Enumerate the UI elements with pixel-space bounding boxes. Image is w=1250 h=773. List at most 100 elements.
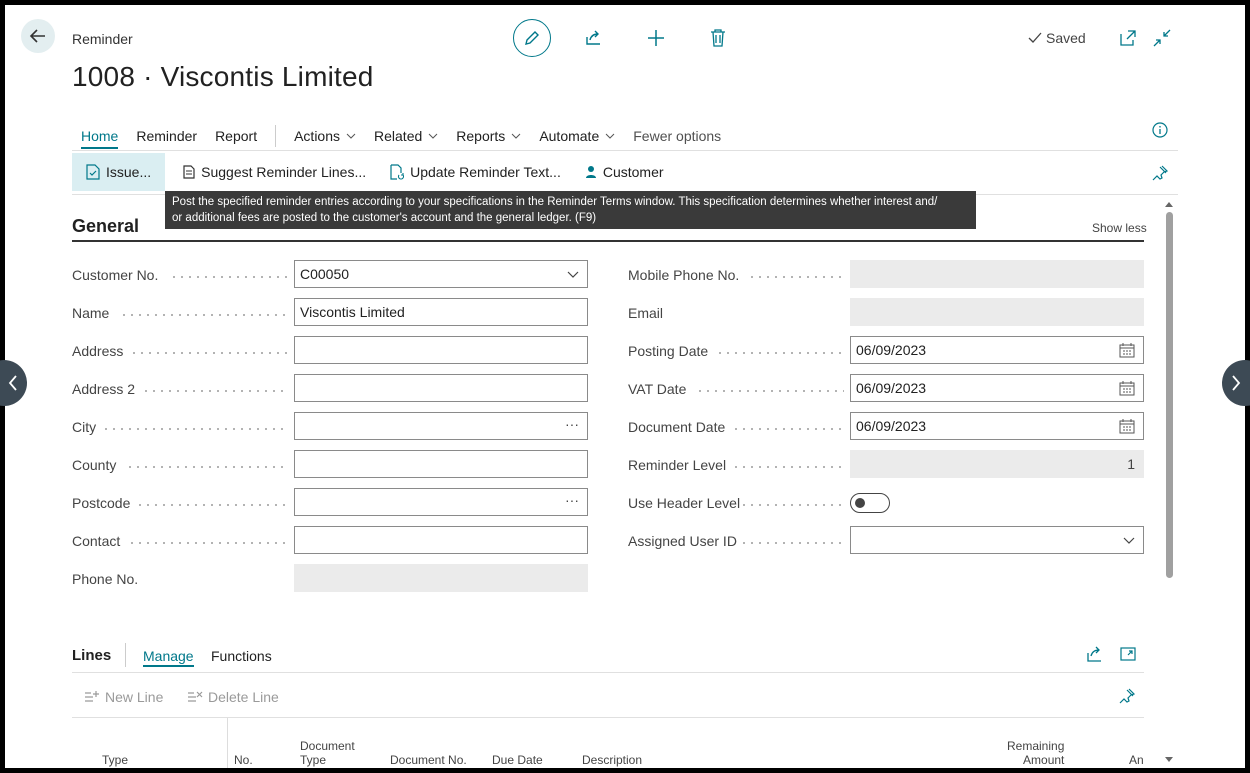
column-divider — [227, 718, 228, 768]
menu-actions[interactable]: Actions — [294, 123, 356, 149]
general-section-title[interactable]: General — [72, 216, 139, 237]
city-field[interactable]: ··· — [294, 412, 588, 440]
menu-automate-label: Automate — [539, 128, 600, 144]
column-header-type[interactable]: Type — [102, 753, 128, 767]
column-header-remaining-amount[interactable]: Remaining Amount — [1007, 739, 1064, 767]
assigned-user-id-label: Assigned User ID — [628, 533, 737, 549]
lookup-ellipsis-icon[interactable]: ··· — [565, 416, 579, 432]
leader-dots — [740, 542, 844, 544]
county-field[interactable] — [294, 450, 588, 478]
top-actions — [513, 19, 761, 57]
issue-tooltip: Post the specified reminder entries acco… — [165, 191, 976, 229]
column-header-document-no[interactable]: Document No. — [390, 753, 467, 767]
collapse-icon — [1153, 29, 1171, 47]
contact-label: Contact — [72, 533, 121, 549]
chevron-down-icon[interactable] — [1123, 537, 1135, 545]
use-header-level-toggle[interactable] — [850, 493, 890, 513]
scroll-down-icon[interactable] — [1165, 757, 1173, 763]
assigned-user-id-field[interactable] — [850, 526, 1144, 554]
leader-dots — [732, 428, 844, 430]
chevron-right-icon — [1232, 375, 1241, 391]
show-less-link[interactable]: Show less — [1092, 221, 1147, 235]
saved-status: Saved — [1028, 30, 1086, 46]
open-new-window-button[interactable] — [1119, 29, 1137, 47]
open-new-window-icon — [1120, 30, 1136, 46]
vat-date-field[interactable]: 06/09/2023 — [850, 374, 1144, 402]
menu-reports-label: Reports — [456, 128, 506, 144]
leader-dots — [126, 466, 288, 468]
share-button[interactable] — [575, 19, 613, 57]
city-label: City — [72, 419, 97, 435]
tab-report[interactable]: Report — [215, 123, 257, 149]
pencil-icon — [525, 31, 539, 45]
info-button[interactable] — [1152, 122, 1168, 141]
column-header-no[interactable]: No. — [234, 753, 253, 767]
back-button[interactable] — [21, 19, 55, 53]
leader-dots — [128, 542, 288, 544]
scrollbar-thumb[interactable] — [1166, 212, 1173, 578]
delete-line-button[interactable]: Delete Line — [187, 689, 279, 705]
email-label: Email — [628, 305, 664, 321]
use-header-level-label: Use Header Level — [628, 495, 741, 511]
menu-actions-label: Actions — [294, 128, 341, 144]
postcode-field[interactable]: ··· — [294, 488, 588, 516]
update-reminder-text-button[interactable]: Update Reminder Text... — [378, 153, 573, 191]
delete-line-icon — [188, 691, 203, 702]
lines-expand-button[interactable] — [1120, 646, 1136, 665]
contact-field[interactable] — [294, 526, 588, 554]
name-field[interactable]: Viscontis Limited — [294, 298, 588, 326]
page-caption: Reminder — [72, 31, 133, 47]
tab-home[interactable]: Home — [81, 123, 119, 149]
document-date-field[interactable]: 06/09/2023 — [850, 412, 1144, 440]
share-icon — [586, 30, 600, 45]
column-header-description[interactable]: Description — [582, 753, 642, 767]
column-header-amount[interactable]: An — [1129, 753, 1144, 767]
lines-share-button[interactable] — [1087, 646, 1104, 665]
calendar-icon[interactable] — [1119, 343, 1135, 358]
menu-automate[interactable]: Automate — [539, 123, 615, 149]
fewer-options-button[interactable]: Fewer options — [633, 123, 721, 149]
column-header-document-type[interactable]: Document Type — [300, 739, 355, 767]
posting-date-field[interactable]: 06/09/2023 — [850, 336, 1144, 364]
page-title: 1008 · Viscontis Limited — [72, 61, 374, 92]
delete-button[interactable] — [699, 19, 737, 57]
new-button[interactable] — [637, 19, 675, 57]
address-label: Address — [72, 343, 124, 359]
tab-reminder[interactable]: Reminder — [136, 123, 197, 149]
customer-label: Customer — [602, 164, 664, 180]
vat-date-value: 06/09/2023 — [856, 380, 927, 396]
pin-icon — [1152, 165, 1169, 181]
customer-no-field[interactable]: C00050 — [294, 260, 588, 288]
collapse-button[interactable] — [1153, 29, 1171, 47]
document-date-value: 06/09/2023 — [856, 418, 927, 434]
scroll-up-icon[interactable] — [1165, 201, 1173, 207]
leader-dots — [740, 504, 844, 506]
menu-reports[interactable]: Reports — [456, 123, 521, 149]
lookup-ellipsis-icon[interactable]: ··· — [565, 492, 579, 508]
edit-button[interactable] — [513, 19, 551, 57]
lines-pin-button[interactable] — [1119, 688, 1136, 707]
tab-manage[interactable]: Manage — [143, 648, 194, 667]
calendar-icon[interactable] — [1119, 381, 1135, 396]
calendar-icon[interactable] — [1119, 419, 1135, 434]
suggest-reminder-lines-button[interactable]: Suggest Reminder Lines... — [171, 153, 378, 191]
posting-date-value: 06/09/2023 — [856, 342, 927, 358]
arrow-left-icon — [29, 29, 45, 43]
chevron-down-icon[interactable] — [567, 271, 579, 279]
leader-dots — [120, 314, 288, 316]
new-line-button[interactable]: New Line — [84, 689, 163, 705]
lines-section-title[interactable]: Lines — [72, 647, 111, 664]
county-label: County — [72, 457, 117, 473]
column-header-due-date[interactable]: Due Date — [492, 753, 543, 767]
customer-no-label: Customer No. — [72, 267, 159, 283]
issue-button[interactable]: Issue... — [72, 153, 166, 191]
leader-dots — [130, 352, 288, 354]
menu-related[interactable]: Related — [374, 123, 438, 149]
address-field[interactable] — [294, 336, 588, 364]
document-icon — [183, 165, 195, 179]
document-check-icon — [86, 164, 100, 180]
pin-actions-button[interactable] — [1152, 165, 1169, 184]
tab-functions[interactable]: Functions — [211, 648, 272, 664]
address-2-field[interactable] — [294, 374, 588, 402]
customer-button[interactable]: Customer — [573, 153, 676, 191]
